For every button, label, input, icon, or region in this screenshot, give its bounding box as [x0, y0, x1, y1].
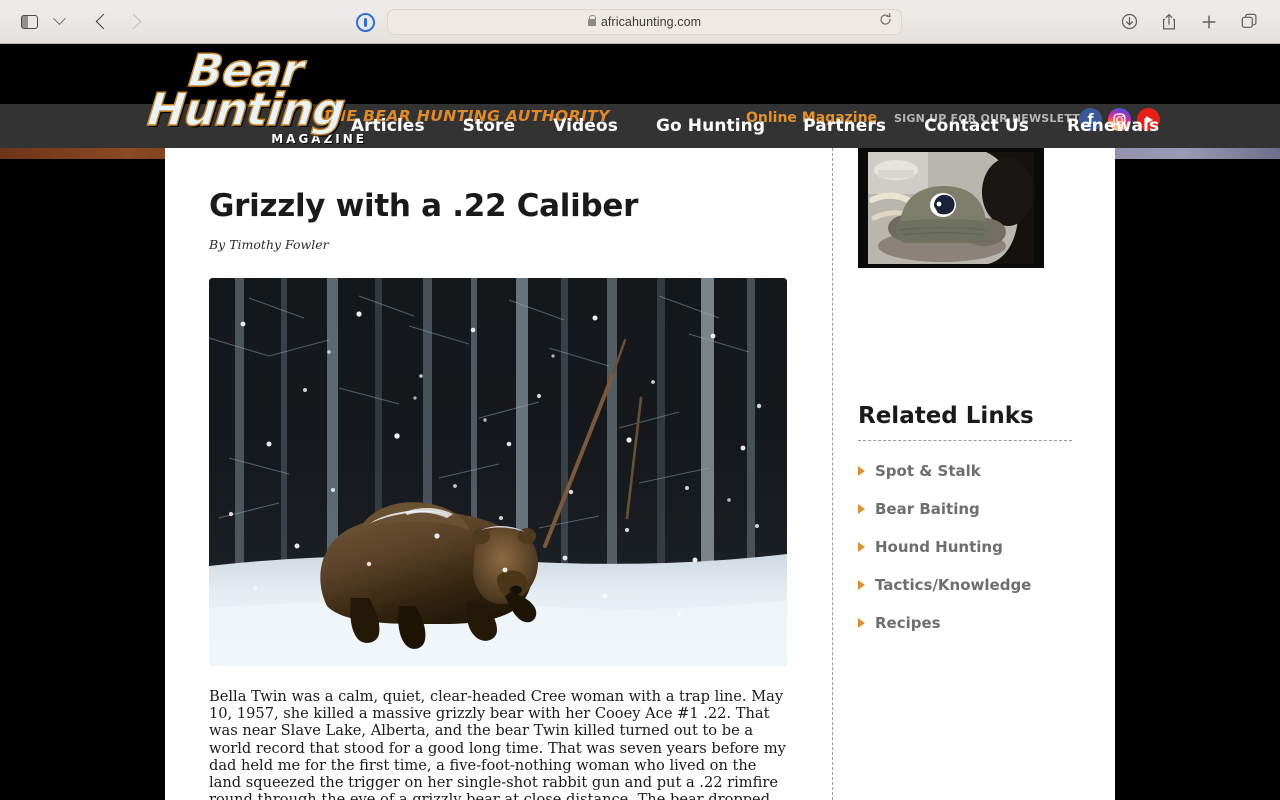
site-logo[interactable]: Bear Hunting MAGAZINE: [118, 43, 373, 148]
site-header: Bear Hunting MAGAZINE THE BEAR HUNTING A…: [0, 43, 1280, 148]
nav-item-store[interactable]: Store: [463, 116, 515, 136]
share-button[interactable]: [1154, 9, 1184, 35]
logo-line-hunting: Hunting: [144, 82, 347, 137]
column-divider: [832, 148, 833, 800]
related-link-label: Hound Hunting: [875, 538, 1003, 556]
address-bar[interactable]: africahunting.com: [387, 9, 902, 35]
forward-arrow-icon: [125, 13, 141, 30]
download-button[interactable]: [1114, 9, 1144, 35]
onepassword-icon[interactable]: [356, 12, 375, 32]
related-link-label: Bear Baiting: [875, 500, 980, 518]
tabs-overview-button[interactable]: [1234, 9, 1264, 35]
nav-item-partners[interactable]: Partners: [803, 116, 886, 136]
article-body-text: Bella Twin was a calm, quiet, clear-head…: [209, 688, 786, 800]
new-tab-button[interactable]: [1194, 9, 1224, 35]
page-content: Grizzly with a .22 Caliber By Timothy Fo…: [165, 148, 1115, 800]
related-links-title: Related Links: [858, 403, 1034, 429]
triangle-bullet-icon: [858, 618, 865, 628]
sidebar-toggle-button[interactable]: [14, 9, 44, 35]
sidebar: Related Links Spot & Stalk Bear Baiting …: [858, 148, 1073, 632]
article-hero-image: [209, 278, 787, 666]
toolbar-left-group: [0, 9, 148, 35]
sidebar-ad-image[interactable]: [858, 148, 1044, 268]
reload-icon[interactable]: [879, 13, 892, 31]
triangle-bullet-icon: [858, 466, 865, 476]
url-text: africahunting.com: [600, 15, 702, 29]
triangle-bullet-icon: [858, 504, 865, 514]
sidebar-dropdown-button[interactable]: [44, 9, 74, 35]
back-button[interactable]: [88, 9, 118, 35]
chevron-down-icon: [52, 12, 66, 26]
nav-item-renewals[interactable]: Renewals: [1067, 116, 1159, 136]
article-column: Grizzly with a .22 Caliber By Timothy Fo…: [209, 148, 831, 800]
related-link-label: Spot & Stalk: [875, 462, 981, 480]
nav-item-go-hunting[interactable]: Go Hunting: [656, 116, 765, 136]
page-title: Grizzly with a .22 Caliber: [209, 188, 639, 224]
related-link-spot-stalk[interactable]: Spot & Stalk: [858, 462, 1073, 480]
triangle-bullet-icon: [858, 580, 865, 590]
related-link-tactics-knowledge[interactable]: Tactics/Knowledge: [858, 576, 1073, 594]
related-link-bear-baiting[interactable]: Bear Baiting: [858, 500, 1073, 518]
toolbar-right-group: [1114, 9, 1280, 35]
url-bar-group: africahunting.com: [350, 9, 902, 35]
article-byline: By Timothy Fowler: [209, 237, 329, 252]
nav-item-contact-us[interactable]: Contact Us: [924, 116, 1029, 136]
browser-toolbar: africahunting.com: [0, 0, 1280, 44]
triangle-bullet-icon: [858, 542, 865, 552]
related-links-rule: [858, 440, 1072, 441]
sidebar-toggle-icon: [20, 14, 38, 29]
back-arrow-icon: [95, 13, 111, 30]
related-link-label: Tactics/Knowledge: [875, 576, 1032, 594]
lock-icon: [587, 14, 597, 26]
related-link-hound-hunting[interactable]: Hound Hunting: [858, 538, 1073, 556]
related-link-label: Recipes: [875, 614, 941, 632]
nav-item-videos[interactable]: Videos: [553, 116, 618, 136]
related-link-recipes[interactable]: Recipes: [858, 614, 1073, 632]
forward-button[interactable]: [118, 9, 148, 35]
